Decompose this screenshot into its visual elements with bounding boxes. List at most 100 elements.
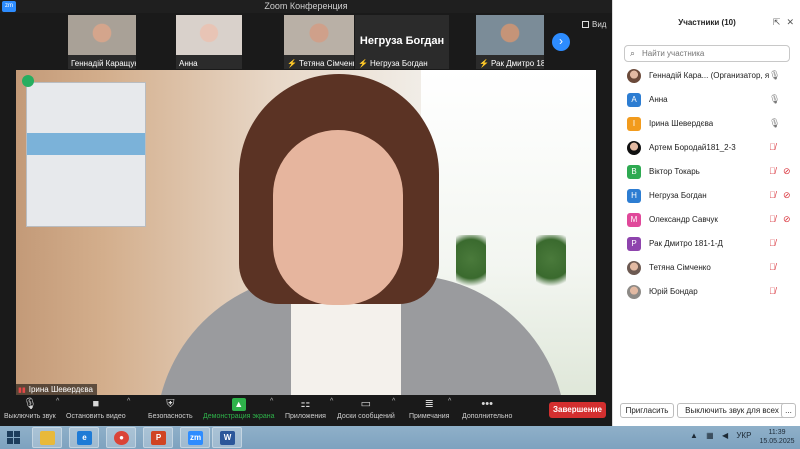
zoom-icon: zm — [188, 431, 203, 445]
avatar: Р — [627, 237, 641, 251]
options-caret-icon[interactable]: ^ — [270, 398, 273, 405]
more-options-button[interactable]: ... — [781, 403, 796, 418]
toolbar-label: Демонстрация экрана — [203, 413, 275, 420]
thumbnail-video — [68, 15, 136, 55]
participant-thumbnail[interactable]: ⚡Рак Дмитро 181-1-Д — [476, 15, 544, 69]
speaker-face — [273, 130, 403, 305]
popout-icon[interactable]: ⇱ — [773, 17, 781, 27]
thumbnail-name-text: Рак Дмитро 181-1-Д — [490, 59, 544, 68]
mute-button[interactable]: 🎙 Выключить звук — [4, 398, 56, 420]
participant-thumbnail[interactable]: Анна — [176, 15, 242, 69]
end-meeting-button[interactable]: Завершение — [549, 402, 606, 418]
internet-explorer-icon: e — [77, 431, 92, 445]
avatar — [627, 69, 641, 83]
panel-header-actions: ⇱ ✕ — [767, 17, 794, 28]
participant-list: Геннадій Кара... (Организатор, я) 🎙 А Анна 🎙… — [613, 64, 800, 304]
participant-row[interactable]: Н Негруза Богдан 🎙̸ ⊘ — [613, 184, 800, 208]
mic-icon[interactable]: 🎙 — [769, 94, 780, 105]
video-off-icon[interactable]: ⊘ — [783, 214, 791, 225]
thumbnail-name: Анна — [176, 59, 242, 68]
participant-row[interactable]: І Ірина Шевердєва 🎙 — [613, 112, 800, 136]
window-title: Zoom Конференция — [264, 1, 348, 11]
options-caret-icon[interactable]: ^ — [127, 398, 130, 405]
toolbar-label: Доски сообщений — [337, 413, 395, 420]
muted-mic-icon[interactable]: 🎙̸ — [769, 262, 776, 272]
whiteboards-button[interactable]: ▭ Доски сообщений — [337, 398, 395, 420]
chrome-taskbar-button[interactable]: ● — [106, 427, 136, 448]
thumbnail-name-text: Анна — [179, 59, 198, 68]
invite-button[interactable]: Пригласить — [620, 403, 674, 418]
apps-icon: ⚏ — [300, 398, 311, 410]
close-icon[interactable]: ✕ — [786, 17, 794, 27]
word-taskbar-button[interactable]: W — [212, 427, 242, 448]
participant-name: Артем Бородай181_2-3 — [649, 143, 736, 152]
avatar: І — [627, 117, 641, 131]
apps-button[interactable]: ⚏ Приложения — [285, 398, 326, 420]
options-caret-icon[interactable]: ^ — [448, 398, 451, 405]
encryption-shield-icon — [22, 75, 34, 87]
options-caret-icon[interactable]: ^ — [330, 398, 333, 405]
participant-row[interactable]: Артем Бородай181_2-3 🎙̸ — [613, 136, 800, 160]
participant-row[interactable]: М Олександр Савчук 🎙̸ ⊘ — [613, 208, 800, 232]
active-speaker-video: ▮▮ Ірина Шевердєва — [16, 70, 596, 395]
video-off-icon[interactable]: ⊘ — [783, 190, 791, 201]
chrome-icon: ● — [114, 431, 129, 445]
zoom-taskbar-button[interactable]: zm — [180, 427, 210, 448]
more-button[interactable]: ••• Дополнительно — [462, 398, 512, 420]
muted-mic-icon: ⚡ — [358, 59, 368, 68]
participant-name: Геннадій Кара... (Организатор, я) — [649, 71, 769, 80]
network-icon[interactable]: ▦ — [706, 431, 714, 440]
powerpoint-taskbar-button[interactable]: P — [143, 427, 173, 448]
thumbnail-name-text: Тетяна Сімченко — [298, 59, 354, 68]
muted-mic-icon[interactable]: 🎙̸ — [769, 142, 776, 152]
clock[interactable]: 11:39 15.05.2025 — [757, 428, 797, 446]
view-button[interactable]: Вид — [582, 20, 606, 29]
mic-icon[interactable]: 🎙 — [769, 70, 780, 81]
participant-row[interactable]: Юрій Бондар 🎙̸ — [613, 280, 800, 304]
muted-mic-icon: ⚡ — [287, 59, 297, 68]
language-indicator[interactable]: УКР — [736, 431, 751, 440]
search-input[interactable] — [642, 47, 787, 60]
video-button[interactable]: ■ Остановить видео — [66, 398, 126, 420]
options-caret-icon[interactable]: ^ — [392, 398, 395, 405]
thumbnail-video — [476, 15, 544, 55]
mute-all-button[interactable]: Выключить звук для всех — [677, 403, 787, 418]
participant-name: Олександр Савчук — [649, 215, 718, 224]
muted-mic-icon[interactable]: 🎙̸ — [769, 286, 776, 296]
file-explorer-taskbar-button[interactable] — [32, 427, 62, 448]
video-off-icon[interactable]: ⊘ — [783, 166, 791, 177]
word-icon: W — [220, 431, 235, 445]
arrow-up-icon[interactable]: ▲ — [690, 431, 698, 440]
share-screen-icon: ▲ — [231, 398, 246, 411]
share-button[interactable]: ▲ Демонстрация экрана — [203, 398, 275, 420]
options-caret-icon[interactable]: ^ — [56, 398, 59, 405]
toolbar-label: Выключить звук — [4, 413, 56, 420]
participants-panel: Участники (10) ⇱✕ ⌕ Геннадій Кара... (Ор… — [612, 0, 800, 426]
powerpoint-icon: P — [151, 431, 166, 445]
volume-icon[interactable]: ◀ — [722, 431, 728, 440]
participant-name: Рак Дмитро 181-1-Д — [649, 239, 723, 248]
participant-search[interactable]: ⌕ — [624, 45, 790, 62]
muted-mic-icon[interactable]: 🎙̸ — [769, 166, 776, 176]
participant-thumbnail[interactable]: Геннадій Каращук — [68, 15, 136, 69]
participant-row[interactable]: А Анна 🎙 — [613, 88, 800, 112]
muted-mic-icon[interactable]: 🎙̸ — [769, 238, 776, 248]
participant-thumbnail[interactable]: ⚡Тетяна Сімченко — [284, 15, 354, 69]
avatar: М — [627, 213, 641, 227]
muted-mic-icon[interactable]: 🎙̸ — [769, 190, 776, 200]
mic-icon[interactable]: 🎙 — [769, 118, 780, 129]
internet-explorer-taskbar-button[interactable]: e — [69, 427, 99, 448]
windows-start-icon[interactable] — [7, 431, 21, 444]
participant-row[interactable]: Геннадій Кара... (Организатор, я) 🎙 — [613, 64, 800, 88]
participant-name: Юрій Бондар — [649, 287, 698, 296]
participant-name: Тетяна Сімченко — [649, 263, 711, 272]
participant-thumbnail[interactable]: Негруза Богдан ⚡ Негруза Богдан — [355, 15, 449, 69]
muted-mic-icon[interactable]: 🎙̸ — [769, 214, 776, 224]
participant-row[interactable]: Р Рак Дмитро 181-1-Д 🎙̸ — [613, 232, 800, 256]
notes-button[interactable]: ≣ Примечания — [409, 398, 449, 420]
security-button[interactable]: ⛨ Безопасность — [148, 398, 193, 420]
participant-row[interactable]: Тетяна Сімченко 🎙̸ — [613, 256, 800, 280]
participant-row[interactable]: В Віктор Токарь 🎙̸ ⊘ — [613, 160, 800, 184]
thumbnail-name: ⚡Тетяна Сімченко — [284, 59, 354, 68]
next-page-icon[interactable]: › — [552, 33, 570, 51]
